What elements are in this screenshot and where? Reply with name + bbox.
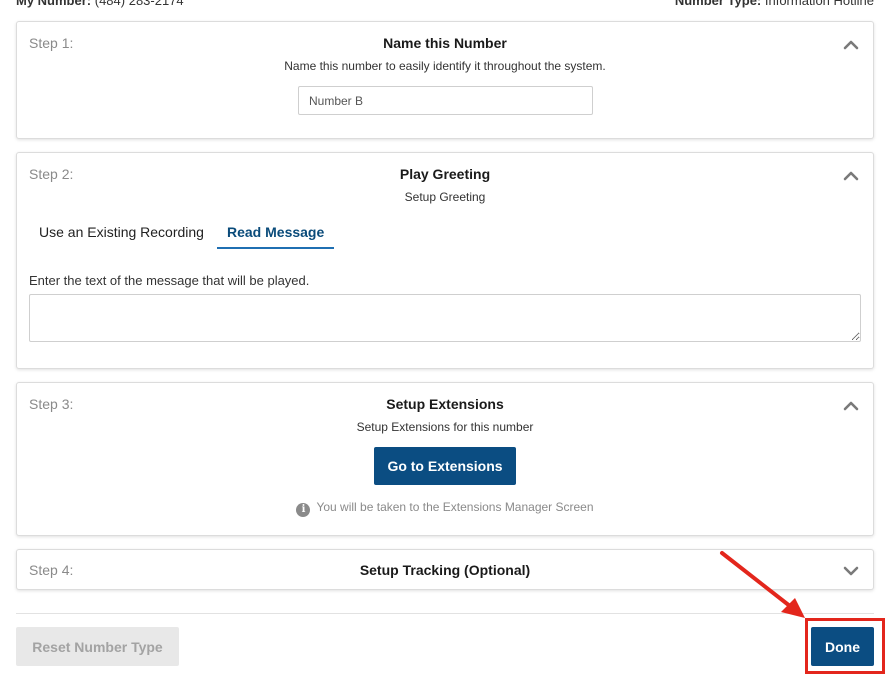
my-number-label: My Number: bbox=[16, 0, 92, 8]
step-2-subtitle: Setup Greeting bbox=[404, 190, 486, 204]
step-4-card[interactable]: Step 4: Setup Tracking (Optional) bbox=[16, 549, 874, 590]
number-name-input[interactable] bbox=[298, 86, 593, 115]
number-info-bar: My Number: (484) 283-2174 Number Type: I… bbox=[16, 0, 874, 9]
step-1-subtitle: Name this number to easily identify it t… bbox=[284, 59, 606, 73]
my-number: My Number: (484) 283-2174 bbox=[16, 0, 184, 8]
extensions-info: i You will be taken to the Extensions Man… bbox=[17, 500, 873, 517]
message-label: Enter the text of the message that will … bbox=[29, 273, 310, 288]
tab-read-message[interactable]: Read Message bbox=[217, 217, 335, 249]
footer-divider bbox=[16, 613, 874, 614]
chevron-up-icon[interactable] bbox=[843, 398, 859, 414]
step-1-card: Step 1: Name this Number Name this numbe… bbox=[16, 21, 874, 139]
step-3-title: Setup Extensions bbox=[386, 396, 504, 412]
chevron-up-icon[interactable] bbox=[843, 168, 859, 184]
done-button[interactable]: Done bbox=[811, 627, 874, 666]
my-number-value: (484) 283-2174 bbox=[94, 0, 184, 8]
reset-number-type-button[interactable]: Reset Number Type bbox=[16, 627, 179, 666]
step-2-title: Play Greeting bbox=[399, 166, 491, 182]
page: My Number: (484) 283-2174 Number Type: I… bbox=[0, 0, 890, 679]
step-3-subtitle: Setup Extensions for this number bbox=[356, 420, 534, 434]
number-type: Number Type: Information Hotline bbox=[675, 0, 874, 8]
go-to-extensions-button[interactable]: Go to Extensions bbox=[374, 447, 516, 485]
number-type-label: Number Type: bbox=[674, 0, 762, 8]
step-1-title: Name this Number bbox=[383, 35, 507, 51]
extensions-info-text: You will be taken to the Extensions Mana… bbox=[316, 500, 594, 514]
tab-use-existing-recording[interactable]: Use an Existing Recording bbox=[29, 217, 214, 249]
step-4-title: Setup Tracking (Optional) bbox=[359, 562, 531, 578]
number-type-value: Information Hotline bbox=[764, 0, 874, 8]
chevron-down-icon[interactable] bbox=[843, 563, 859, 579]
step-3-card: Step 3: Setup Extensions Setup Extension… bbox=[16, 382, 874, 536]
chevron-up-icon[interactable] bbox=[843, 37, 859, 53]
info-circle-icon: i bbox=[296, 503, 311, 517]
step-2-card: Step 2: Play Greeting Setup Greeting Use… bbox=[16, 152, 874, 369]
message-textarea[interactable] bbox=[29, 294, 861, 342]
